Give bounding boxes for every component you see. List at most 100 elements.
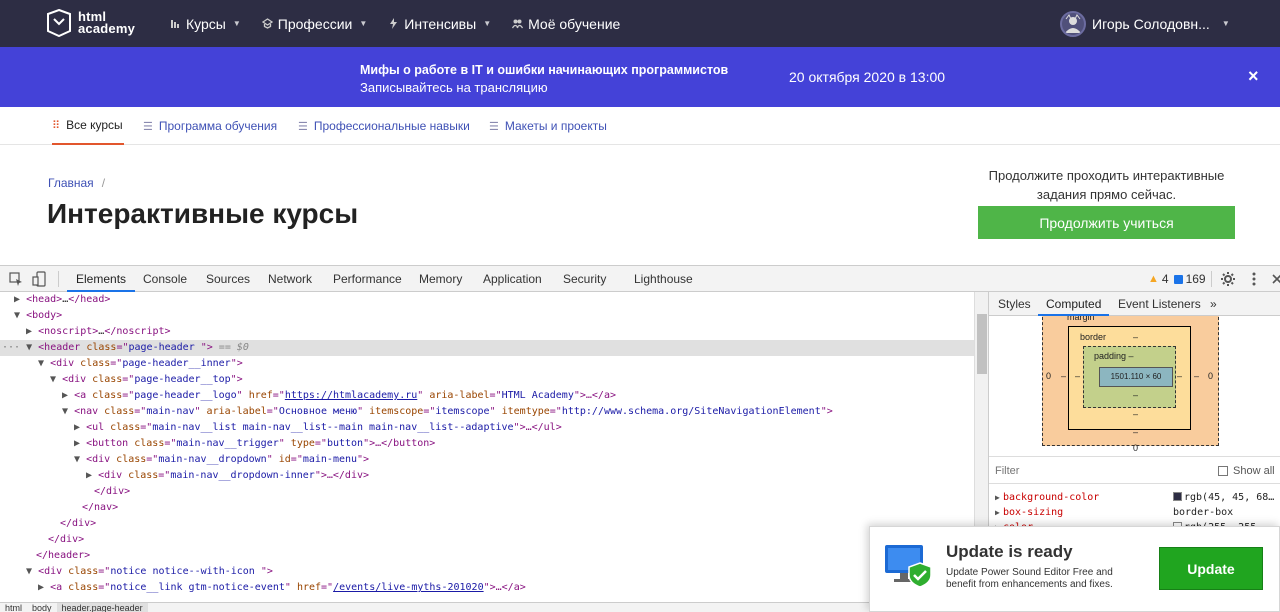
expand-triangle-icon[interactable]: ▶ xyxy=(62,390,68,401)
dom-node[interactable]: </div> xyxy=(0,532,974,548)
tab-styles[interactable]: Styles xyxy=(998,292,1031,316)
expand-triangle-icon[interactable]: ▶ xyxy=(14,294,20,305)
nav-item-intensives[interactable]: Интенсивы ▼ xyxy=(388,16,491,32)
nav-item-courses[interactable]: Курсы ▼ xyxy=(170,16,241,32)
tab-computed[interactable]: Computed xyxy=(1038,292,1110,316)
gear-icon[interactable] xyxy=(1220,271,1236,287)
dom-attr-link[interactable]: /events/live-myths-201020 xyxy=(333,582,484,593)
dom-node[interactable]: ▶ <noscript>…</noscript> xyxy=(0,324,974,340)
inspect-element-icon[interactable] xyxy=(8,271,24,287)
outer-bottom-value: 0 xyxy=(1133,443,1139,453)
dom-attr: class xyxy=(116,454,147,465)
computed-property[interactable]: ▶ background-color rgb(45, 45, 68… xyxy=(989,490,1280,505)
user-menu[interactable]: Игорь Солодовн... ▼ xyxy=(1060,0,1230,47)
nav-item-my-learning[interactable]: Моё обучение xyxy=(512,16,620,32)
tab-application[interactable]: Application xyxy=(483,266,542,292)
dom-node[interactable]: ▶ <button class="main-nav__trigger" type… xyxy=(0,436,974,452)
close-icon[interactable] xyxy=(1269,271,1280,287)
dom-attr: itemscope xyxy=(369,406,424,417)
tab-curriculum[interactable]: ☰ Программа обучения xyxy=(143,107,277,145)
computed-property[interactable]: ▶ box-sizing border-box xyxy=(989,505,1280,520)
breadcrumb-separator: / xyxy=(101,176,106,190)
dom-node[interactable]: ▶ <head>…</head> xyxy=(0,292,974,308)
issues-badges[interactable]: ▲ 4 169 xyxy=(1148,266,1206,292)
expand-triangle-icon[interactable]: ▶ xyxy=(995,490,1000,505)
node-actions-icon[interactable]: ··· xyxy=(2,342,20,353)
tab-event-listeners[interactable]: Event Listeners xyxy=(1118,292,1201,316)
tab-elements[interactable]: Elements xyxy=(67,266,136,292)
dom-attr-value: main-nav xyxy=(146,406,195,417)
dom-node[interactable]: ▶ <a class="notice__link gtm-notice-even… xyxy=(0,580,974,596)
tab-pro-skills[interactable]: ☰ Профессиональные навыки xyxy=(298,107,470,145)
show-all-checkbox[interactable] xyxy=(1218,466,1228,476)
collapse-triangle-icon[interactable]: ▼ xyxy=(26,566,32,577)
breadcrumb-header[interactable]: header.page-header xyxy=(56,603,148,612)
promo-banner[interactable]: Мифы о работе в IT и ошибки начинающих п… xyxy=(0,47,1280,107)
update-button[interactable]: Update xyxy=(1159,547,1263,590)
dom-node[interactable]: </div> xyxy=(0,484,974,500)
tab-layouts-projects[interactable]: ☰ Макеты и проекты xyxy=(489,107,607,145)
dom-node[interactable]: ▼ <nav class="main-nav" aria-label="Осно… xyxy=(0,404,974,420)
tab-network[interactable]: Network xyxy=(268,266,312,292)
continue-learning-button[interactable]: Продолжить учиться xyxy=(978,206,1235,239)
box-model-diagram: 1501.110 × 60 margin border – padding – … xyxy=(989,316,1280,456)
dom-attr: aria-label xyxy=(206,406,267,417)
close-icon[interactable]: × xyxy=(1248,66,1259,87)
site-header: html academy Курсы ▼ Профессии ▼ Интенси… xyxy=(0,0,1280,47)
tab-sources[interactable]: Sources xyxy=(206,266,250,292)
promo-title[interactable]: Мифы о работе в IT и ошибки начинающих п… xyxy=(360,63,728,77)
tab-performance[interactable]: Performance xyxy=(333,266,402,292)
dom-node[interactable]: </nav> xyxy=(0,500,974,516)
dom-node[interactable]: </header> xyxy=(0,548,974,564)
tab-lighthouse[interactable]: Lighthouse xyxy=(634,266,693,292)
collapse-triangle-icon[interactable]: ▼ xyxy=(38,358,44,369)
expand-triangle-icon[interactable]: ▶ xyxy=(74,422,80,433)
dom-attr-link[interactable]: https://htmlacademy.ru xyxy=(285,390,417,401)
scrollbar-thumb[interactable] xyxy=(977,314,987,374)
collapse-triangle-icon[interactable]: ▼ xyxy=(62,406,68,417)
breadcrumb-html[interactable]: html xyxy=(0,603,27,612)
dom-tag-end: ">…</ul> xyxy=(513,422,562,433)
dom-node[interactable]: ▼ <div class="notice notice--with-icon "… xyxy=(0,564,974,580)
dom-node[interactable]: ▼ <div class="page-header__inner"> xyxy=(0,356,974,372)
dom-tag-end: "> xyxy=(230,374,243,385)
collapse-triangle-icon[interactable]: ▼ xyxy=(50,374,56,385)
breadcrumb-body[interactable]: body xyxy=(27,603,57,612)
dom-node-selected[interactable]: ··· ▼ <header class="page-header "> == $… xyxy=(0,340,974,356)
filter-input[interactable] xyxy=(995,463,1195,479)
dom-node[interactable]: ▶ <div class="main-nav__dropdown-inner">… xyxy=(0,468,974,484)
dom-eq: =" xyxy=(116,342,129,353)
dom-tag: <button xyxy=(86,438,135,449)
tab-console[interactable]: Console xyxy=(143,266,187,292)
collapse-triangle-icon[interactable]: ▼ xyxy=(26,342,32,353)
dom-node[interactable]: ▼ <div class="page-header__top"> xyxy=(0,372,974,388)
breadcrumb-home-link[interactable]: Главная xyxy=(48,176,94,190)
collapse-triangle-icon[interactable]: ▼ xyxy=(74,454,80,465)
tab-memory[interactable]: Memory xyxy=(419,266,462,292)
device-toolbar-icon[interactable] xyxy=(32,271,48,287)
tab-security[interactable]: Security xyxy=(563,266,606,292)
html-academy-logo[interactable]: html academy xyxy=(47,8,135,38)
dom-node[interactable]: ▼ <div class="main-nav__dropdown" id="ma… xyxy=(0,452,974,468)
dom-attr: class xyxy=(68,582,99,593)
color-swatch[interactable] xyxy=(1173,492,1182,501)
show-all-toggle[interactable]: Show all xyxy=(1218,465,1275,477)
nav-item-professions[interactable]: Профессии ▼ xyxy=(261,16,367,32)
expand-triangle-icon[interactable]: ▶ xyxy=(74,438,80,449)
expand-triangle-icon[interactable]: ▶ xyxy=(86,470,92,481)
dom-tag: <div xyxy=(62,374,93,385)
more-tabs-icon[interactable]: » xyxy=(1210,292,1217,316)
expand-triangle-icon[interactable]: ▶ xyxy=(26,326,32,337)
dom-node[interactable]: ▶ <ul class="main-nav__list main-nav__li… xyxy=(0,420,974,436)
dom-selected-marker: == $0 xyxy=(212,342,249,353)
course-subtabs: ⠿ Все курсы ☰ Программа обучения ☰ Профе… xyxy=(0,107,1280,145)
dom-node[interactable]: ▶ <a class="page-header__logo" href="htt… xyxy=(0,388,974,404)
learning-icon xyxy=(512,19,524,29)
expand-triangle-icon[interactable]: ▶ xyxy=(995,505,1000,520)
tab-all-courses[interactable]: ⠿ Все курсы xyxy=(52,107,124,145)
dom-node[interactable]: ▼ <body> xyxy=(0,308,974,324)
collapse-triangle-icon[interactable]: ▼ xyxy=(14,310,20,321)
more-options-icon[interactable] xyxy=(1246,271,1262,287)
expand-triangle-icon[interactable]: ▶ xyxy=(38,582,44,593)
dom-node[interactable]: </div> xyxy=(0,516,974,532)
